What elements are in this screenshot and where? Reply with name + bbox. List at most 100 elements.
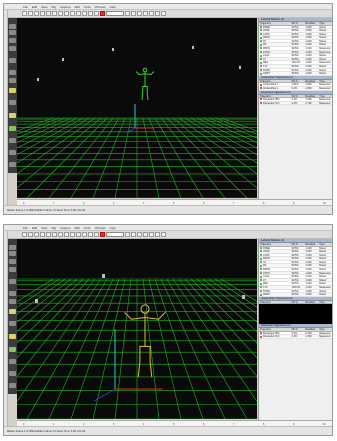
play-prev-icon[interactable] bbox=[70, 232, 75, 237]
column-header[interactable]: Residual bbox=[304, 95, 318, 97]
tool-button[interactable] bbox=[9, 138, 16, 143]
tool-button[interactable] bbox=[9, 309, 16, 314]
save-icon[interactable] bbox=[22, 232, 27, 237]
visibility-icon[interactable] bbox=[260, 246, 262, 249]
visibility-icon[interactable] bbox=[260, 68, 262, 71]
tool-button[interactable] bbox=[9, 46, 16, 51]
visibility-icon[interactable] bbox=[260, 101, 262, 104]
tool-button[interactable] bbox=[9, 259, 16, 264]
column-header[interactable]: Trajectory bbox=[259, 95, 291, 97]
visibility-icon[interactable] bbox=[260, 257, 262, 260]
column-header[interactable]: Trajectory bbox=[259, 243, 291, 245]
column-header[interactable]: Type bbox=[318, 95, 332, 97]
markers-icon[interactable] bbox=[155, 11, 160, 16]
visibility-icon[interactable] bbox=[260, 33, 262, 36]
tool-button[interactable] bbox=[9, 88, 16, 93]
visibility-icon[interactable] bbox=[260, 61, 262, 64]
tool-button[interactable] bbox=[9, 100, 16, 105]
select-icon[interactable] bbox=[46, 11, 51, 16]
undo-icon[interactable] bbox=[34, 232, 39, 237]
visibility-icon[interactable] bbox=[260, 250, 262, 253]
column-header[interactable]: Residual bbox=[304, 243, 318, 245]
column-header[interactable]: Fill % bbox=[291, 22, 305, 24]
visibility-icon[interactable] bbox=[260, 72, 262, 75]
column-header[interactable]: Type bbox=[318, 22, 332, 24]
visibility-icon[interactable] bbox=[260, 87, 262, 90]
grid-icon[interactable] bbox=[143, 232, 148, 237]
column-header[interactable]: Fill % bbox=[291, 301, 305, 303]
tool-button[interactable] bbox=[9, 371, 16, 376]
visibility-icon[interactable] bbox=[260, 272, 262, 274]
column-header[interactable]: Fill % bbox=[291, 80, 305, 82]
column-header[interactable]: Type bbox=[318, 301, 332, 303]
play-icon[interactable] bbox=[76, 232, 81, 237]
tool-button[interactable] bbox=[9, 150, 16, 155]
tool-button[interactable] bbox=[9, 38, 16, 43]
visibility-icon[interactable] bbox=[260, 293, 262, 296]
loop-icon[interactable] bbox=[94, 232, 99, 237]
visibility-icon[interactable] bbox=[260, 25, 262, 28]
frame-input[interactable] bbox=[106, 11, 124, 16]
visibility-icon[interactable] bbox=[260, 29, 262, 32]
column-header[interactable]: Trajectory bbox=[259, 328, 291, 330]
column-header[interactable]: Type bbox=[318, 328, 332, 330]
rotate-icon[interactable] bbox=[58, 11, 63, 16]
tool-button[interactable] bbox=[9, 58, 16, 63]
camera-icon[interactable] bbox=[131, 232, 136, 237]
column-header[interactable]: Residual bbox=[304, 301, 318, 303]
visibility-icon[interactable] bbox=[260, 83, 262, 86]
play-next-icon[interactable] bbox=[82, 232, 87, 237]
camera-icon[interactable] bbox=[131, 11, 136, 16]
visibility-icon[interactable] bbox=[260, 47, 262, 50]
save-icon[interactable] bbox=[22, 11, 27, 16]
tool-button[interactable] bbox=[9, 245, 16, 250]
tool-button[interactable] bbox=[9, 347, 16, 352]
visibility-icon[interactable] bbox=[260, 264, 262, 267]
visibility-icon[interactable] bbox=[260, 98, 262, 101]
tool-button[interactable] bbox=[9, 30, 16, 35]
tool-button[interactable] bbox=[9, 383, 16, 388]
axes-icon[interactable] bbox=[149, 232, 154, 237]
visibility-icon[interactable] bbox=[260, 58, 262, 61]
visibility-icon[interactable] bbox=[260, 51, 262, 53]
axes-icon[interactable] bbox=[149, 11, 154, 16]
visibility-icon[interactable] bbox=[260, 332, 262, 335]
rotate-icon[interactable] bbox=[58, 232, 63, 237]
tool-button[interactable] bbox=[9, 24, 16, 29]
tool-button[interactable] bbox=[9, 162, 16, 167]
redo-icon[interactable] bbox=[40, 232, 45, 237]
play-last-icon[interactable] bbox=[88, 11, 93, 16]
visibility-icon[interactable] bbox=[260, 289, 262, 292]
scene-canvas[interactable] bbox=[17, 18, 257, 198]
record-icon[interactable] bbox=[100, 11, 105, 16]
tool-button[interactable] bbox=[9, 70, 16, 75]
column-header[interactable]: Fill % bbox=[291, 95, 305, 97]
tool-button[interactable] bbox=[9, 299, 16, 304]
visibility-icon[interactable] bbox=[260, 279, 262, 282]
column-header[interactable]: Trajectory bbox=[259, 80, 291, 82]
visibility-icon[interactable] bbox=[260, 40, 262, 43]
visibility-icon[interactable] bbox=[260, 261, 262, 264]
column-header[interactable]: Trajectory bbox=[259, 22, 291, 24]
options-icon[interactable] bbox=[137, 11, 142, 16]
undo-icon[interactable] bbox=[34, 11, 39, 16]
help-icon[interactable] bbox=[161, 232, 166, 237]
loop-icon[interactable] bbox=[94, 11, 99, 16]
tool-button[interactable] bbox=[9, 126, 16, 131]
column-header[interactable]: Type bbox=[318, 80, 332, 82]
grid-icon[interactable] bbox=[143, 11, 148, 16]
column-header[interactable]: Fill % bbox=[291, 243, 305, 245]
3d-viewport[interactable] bbox=[17, 18, 257, 198]
visibility-icon[interactable] bbox=[260, 65, 262, 68]
visibility-icon[interactable] bbox=[260, 335, 262, 338]
play-icon[interactable] bbox=[76, 11, 81, 16]
table-row[interactable]: Discarded (72) 0.3% 2.300 Measured bbox=[259, 335, 332, 339]
column-header[interactable]: Residual bbox=[304, 22, 318, 24]
tool-button[interactable] bbox=[9, 359, 16, 364]
tool-button[interactable] bbox=[9, 279, 16, 284]
open-icon[interactable] bbox=[28, 11, 33, 16]
options-icon[interactable] bbox=[137, 232, 142, 237]
column-header[interactable]: Residual bbox=[304, 80, 318, 82]
visibility-icon[interactable] bbox=[260, 282, 262, 285]
play-next-icon[interactable] bbox=[82, 11, 87, 16]
